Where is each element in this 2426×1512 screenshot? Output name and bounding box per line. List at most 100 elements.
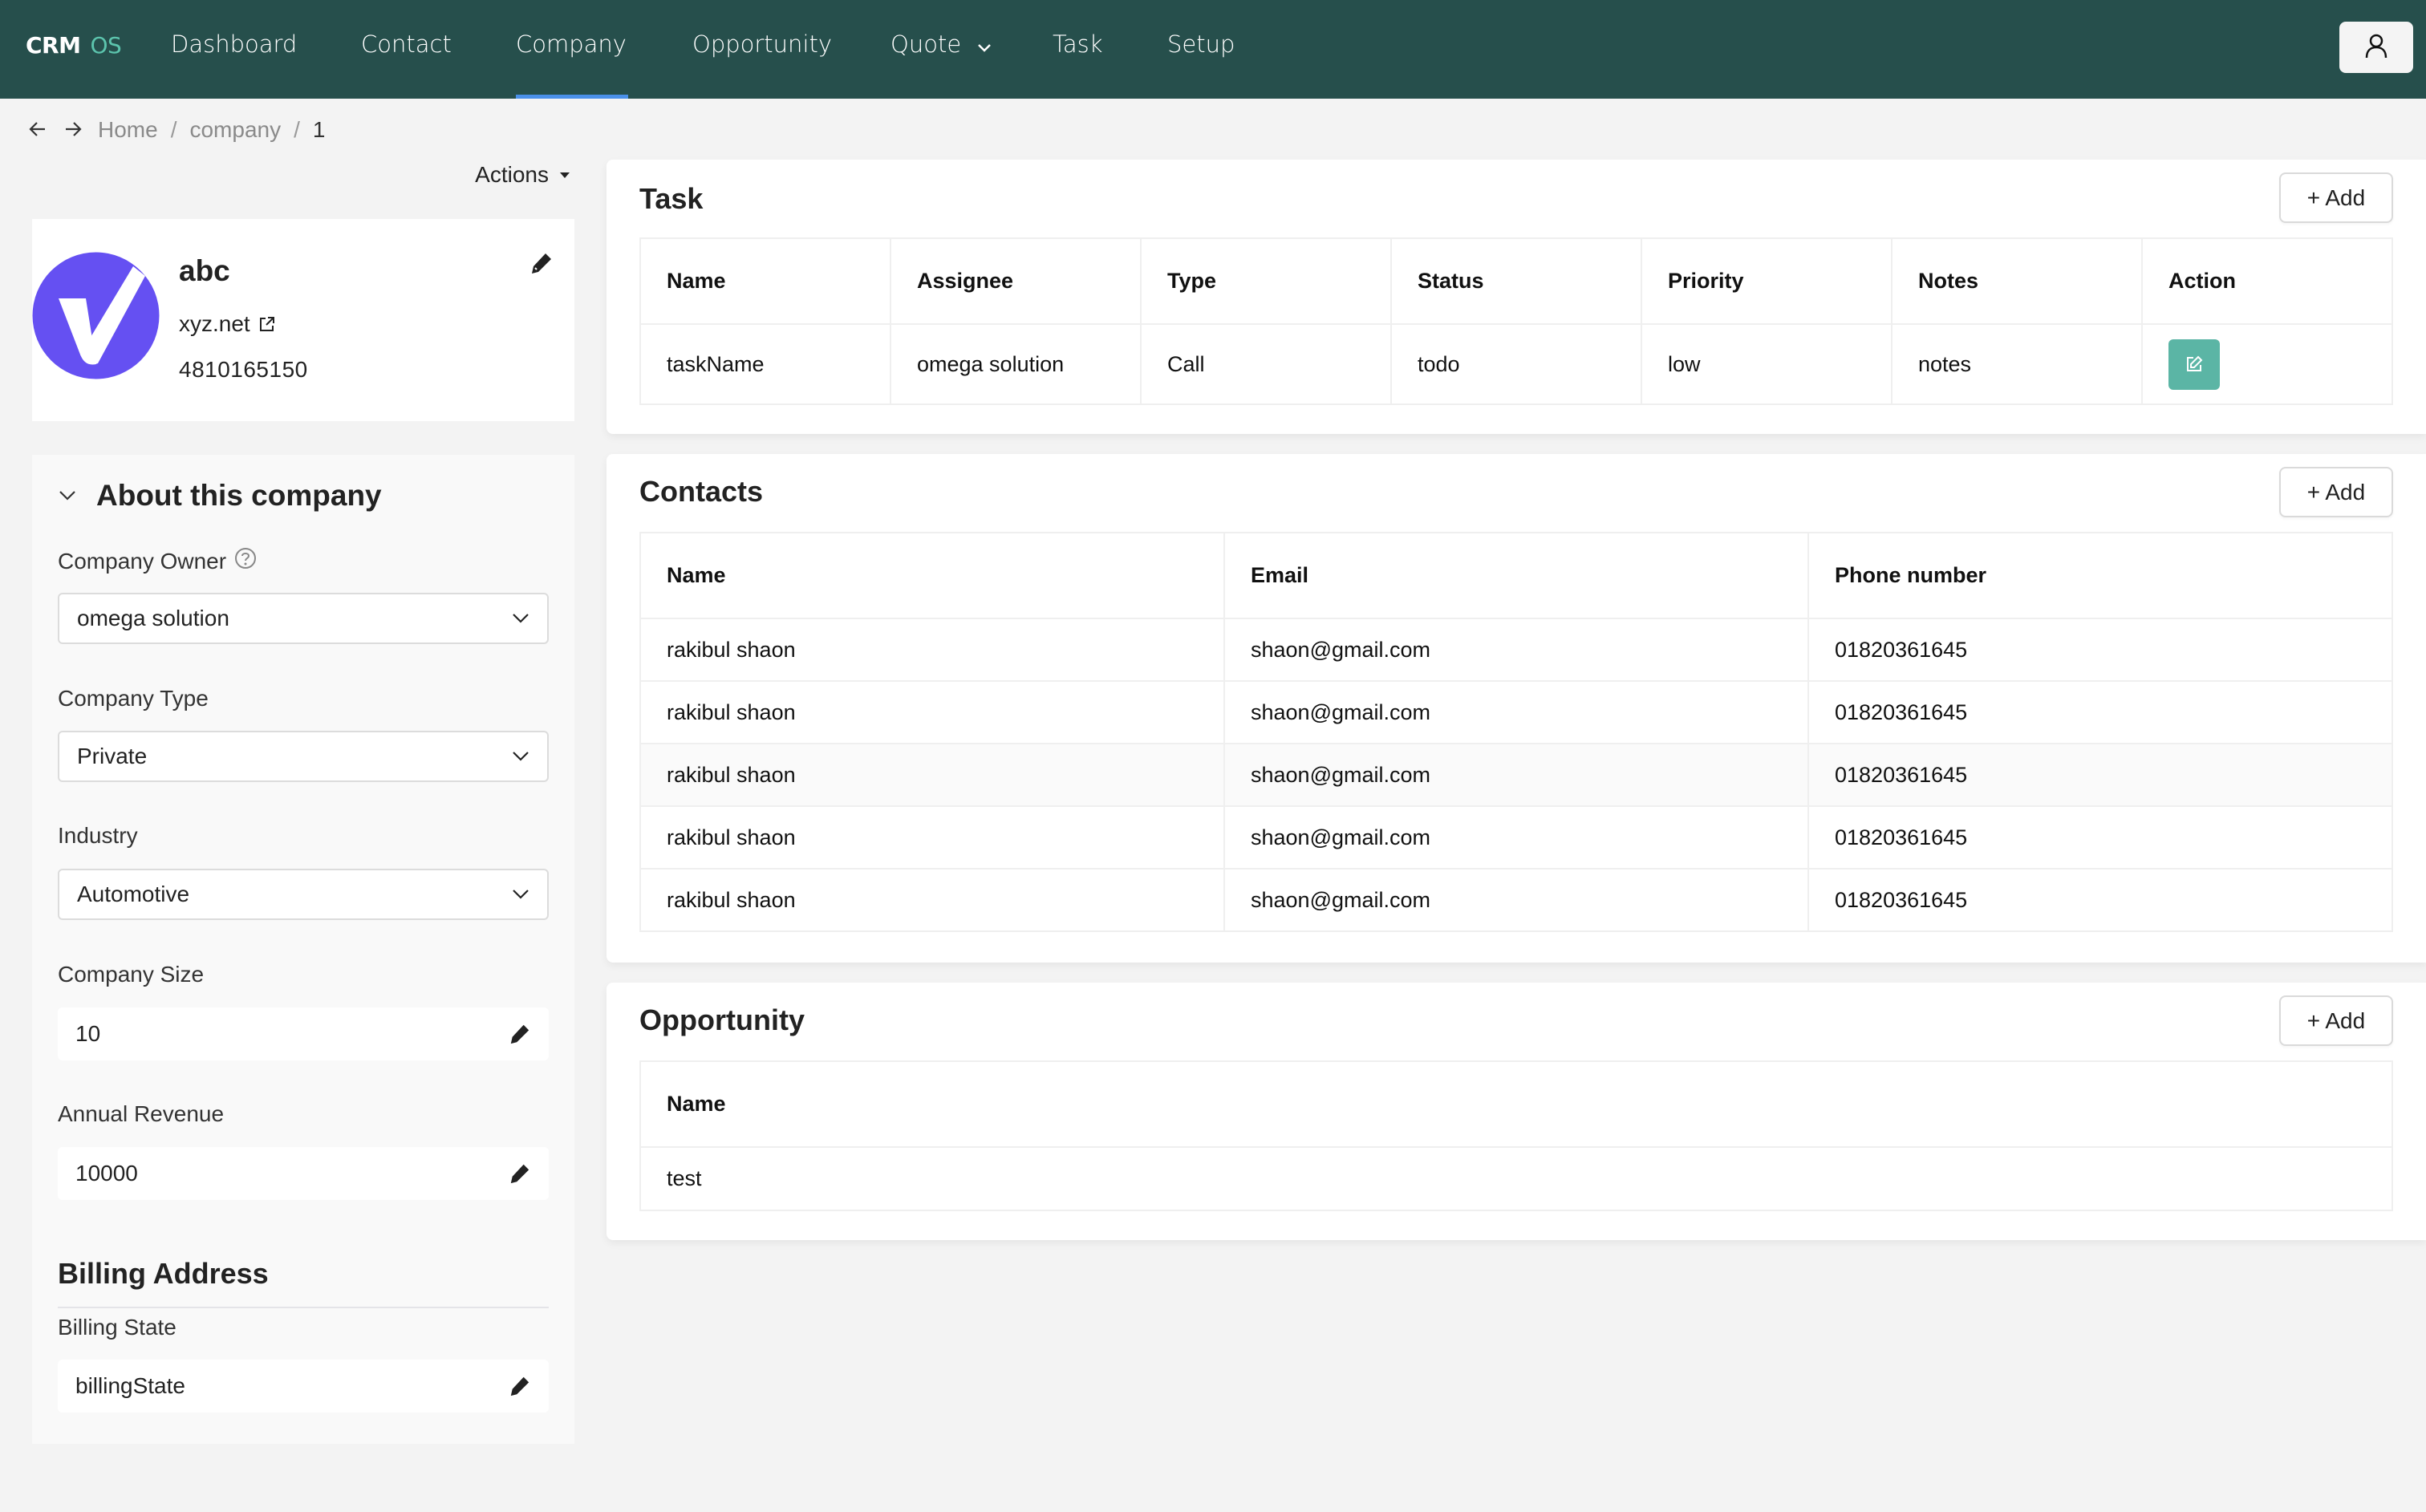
opportunity-card: Opportunity + Add Name test: [606, 983, 2426, 1240]
add-task-button[interactable]: + Add: [2279, 172, 2393, 223]
chevron-down-icon: [976, 32, 992, 59]
column-header[interactable]: Action: [2141, 237, 2393, 325]
column-header[interactable]: Name: [639, 237, 891, 325]
industry-value: Automotive: [77, 882, 190, 906]
task-assignee-cell: omega solution: [890, 323, 1142, 405]
task-title: Task: [639, 182, 704, 215]
nav-setup[interactable]: Setup: [1167, 30, 1235, 58]
column-header[interactable]: Name: [639, 1060, 2393, 1148]
column-header[interactable]: Phone number: [1807, 532, 2393, 619]
forward-arrow-icon[interactable]: [63, 119, 85, 141]
billing-state-field[interactable]: billingState: [58, 1360, 549, 1413]
breadcrumb: Home / company / 1: [27, 114, 325, 146]
opportunity-title: Opportunity: [639, 1003, 805, 1036]
chevron-down-icon: [513, 890, 529, 899]
industry-select[interactable]: Automotive: [58, 869, 549, 920]
task-status-cell: todo: [1390, 323, 1642, 405]
company-owner-label: Company Owner: [58, 547, 257, 575]
table-row[interactable]: rakibul shaon shaon@gmail.com 0182036164…: [639, 618, 2393, 682]
opportunity-table: Name test: [639, 1060, 2393, 1211]
pencil-icon[interactable]: [509, 1023, 531, 1045]
company-size-label: Company Size: [58, 962, 205, 987]
task-action-cell: [2141, 323, 2393, 405]
nav-dashboard[interactable]: Dashboard: [171, 30, 297, 58]
industry-label: Industry: [58, 823, 138, 848]
nav-task[interactable]: Task: [1053, 30, 1103, 58]
user-menu-button[interactable]: [2339, 22, 2413, 73]
annual-revenue-label: Annual Revenue: [58, 1101, 225, 1126]
company-owner-select[interactable]: omega solution: [58, 593, 549, 644]
column-header[interactable]: Priority: [1641, 237, 1893, 325]
logo-text: CRM: [26, 32, 81, 59]
task-priority-cell: low: [1641, 323, 1893, 405]
company-size-value: 10: [75, 1021, 101, 1046]
add-contact-button[interactable]: + Add: [2279, 467, 2393, 517]
company-website-link[interactable]: xyz.net: [179, 311, 276, 337]
back-arrow-icon[interactable]: [27, 119, 50, 141]
billing-state-value: billingState: [75, 1373, 185, 1398]
table-row[interactable]: rakibul shaon shaon@gmail.com 0182036164…: [639, 743, 2393, 807]
column-header[interactable]: Notes: [1891, 237, 2143, 325]
opportunity-name-cell: test: [639, 1146, 2393, 1211]
table-header-row: Name: [639, 1060, 2393, 1148]
contacts-table: Name Email Phone number rakibul shaon sh…: [639, 532, 2393, 932]
divider: [58, 1307, 549, 1308]
actions-dropdown[interactable]: Actions: [475, 162, 570, 188]
column-header[interactable]: Name: [639, 532, 1225, 619]
table-header-row: Name Assignee Type Status Priority Notes…: [639, 237, 2393, 325]
active-tab-indicator: [516, 95, 628, 99]
pencil-icon[interactable]: [509, 1162, 531, 1185]
table-row[interactable]: rakibul shaon shaon@gmail.com 0182036164…: [639, 680, 2393, 744]
table-row[interactable]: rakibul shaon shaon@gmail.com 0182036164…: [639, 805, 2393, 870]
company-name: abc: [179, 254, 230, 287]
table-row[interactable]: taskName omega solution Call todo low no…: [639, 323, 2393, 405]
chevron-down-icon: [513, 752, 529, 761]
company-owner-label-text: Company Owner: [58, 548, 227, 574]
contact-email-cell: shaon@gmail.com: [1223, 868, 1809, 932]
company-type-value: Private: [77, 744, 148, 768]
app-logo[interactable]: CRM OS: [26, 32, 122, 59]
edit-company-button[interactable]: [529, 251, 554, 279]
breadcrumb-current: 1: [312, 117, 326, 142]
nav-quote-label: Quote: [890, 30, 962, 58]
company-profile-card: abc xyz.net 4810165150: [32, 219, 574, 421]
nav-company[interactable]: Company: [516, 30, 627, 58]
contact-phone-cell: 01820361645: [1807, 680, 2393, 744]
external-link-icon: [259, 317, 274, 331]
contact-email-cell: shaon@gmail.com: [1223, 618, 1809, 682]
nav-opportunity[interactable]: Opportunity: [692, 30, 832, 58]
nav-quote[interactable]: Quote: [890, 30, 992, 59]
annual-revenue-field[interactable]: 10000: [58, 1147, 549, 1200]
column-header[interactable]: Email: [1223, 532, 1809, 619]
table-row[interactable]: rakibul shaon shaon@gmail.com 0182036164…: [639, 868, 2393, 932]
company-type-select[interactable]: Private: [58, 731, 549, 782]
caret-down-icon: [560, 172, 570, 178]
contact-name-cell: rakibul shaon: [639, 680, 1225, 744]
column-header[interactable]: Type: [1140, 237, 1392, 325]
company-size-field[interactable]: 10: [58, 1007, 549, 1060]
about-section-title: About this company: [96, 479, 382, 512]
breadcrumb-separator: /: [294, 117, 300, 142]
contacts-card: Contacts + Add Name Email Phone number r…: [606, 454, 2426, 963]
task-type-cell: Call: [1140, 323, 1392, 405]
nav-contact[interactable]: Contact: [361, 30, 452, 58]
task-notes-cell: notes: [1891, 323, 2143, 405]
breadcrumb-company[interactable]: company: [189, 117, 281, 143]
add-opportunity-button[interactable]: + Add: [2279, 995, 2393, 1046]
contact-name-cell: rakibul shaon: [639, 805, 1225, 870]
task-table: Name Assignee Type Status Priority Notes…: [639, 237, 2393, 405]
about-section-toggle[interactable]: About this company: [58, 479, 382, 513]
breadcrumb-home[interactable]: Home: [98, 117, 158, 143]
task-name-cell: taskName: [639, 323, 891, 405]
billing-state-label: Billing State: [58, 1315, 176, 1340]
column-header[interactable]: Status: [1390, 237, 1642, 325]
table-row[interactable]: test: [639, 1146, 2393, 1211]
contact-name-cell: rakibul shaon: [639, 743, 1225, 807]
company-owner-value: omega solution: [77, 606, 229, 630]
help-icon[interactable]: [234, 547, 257, 575]
pencil-icon[interactable]: [509, 1375, 531, 1397]
edit-task-button[interactable]: [2168, 338, 2220, 390]
column-header[interactable]: Assignee: [890, 237, 1142, 325]
company-type-label: Company Type: [58, 686, 209, 711]
contact-name-cell: rakibul shaon: [639, 868, 1225, 932]
